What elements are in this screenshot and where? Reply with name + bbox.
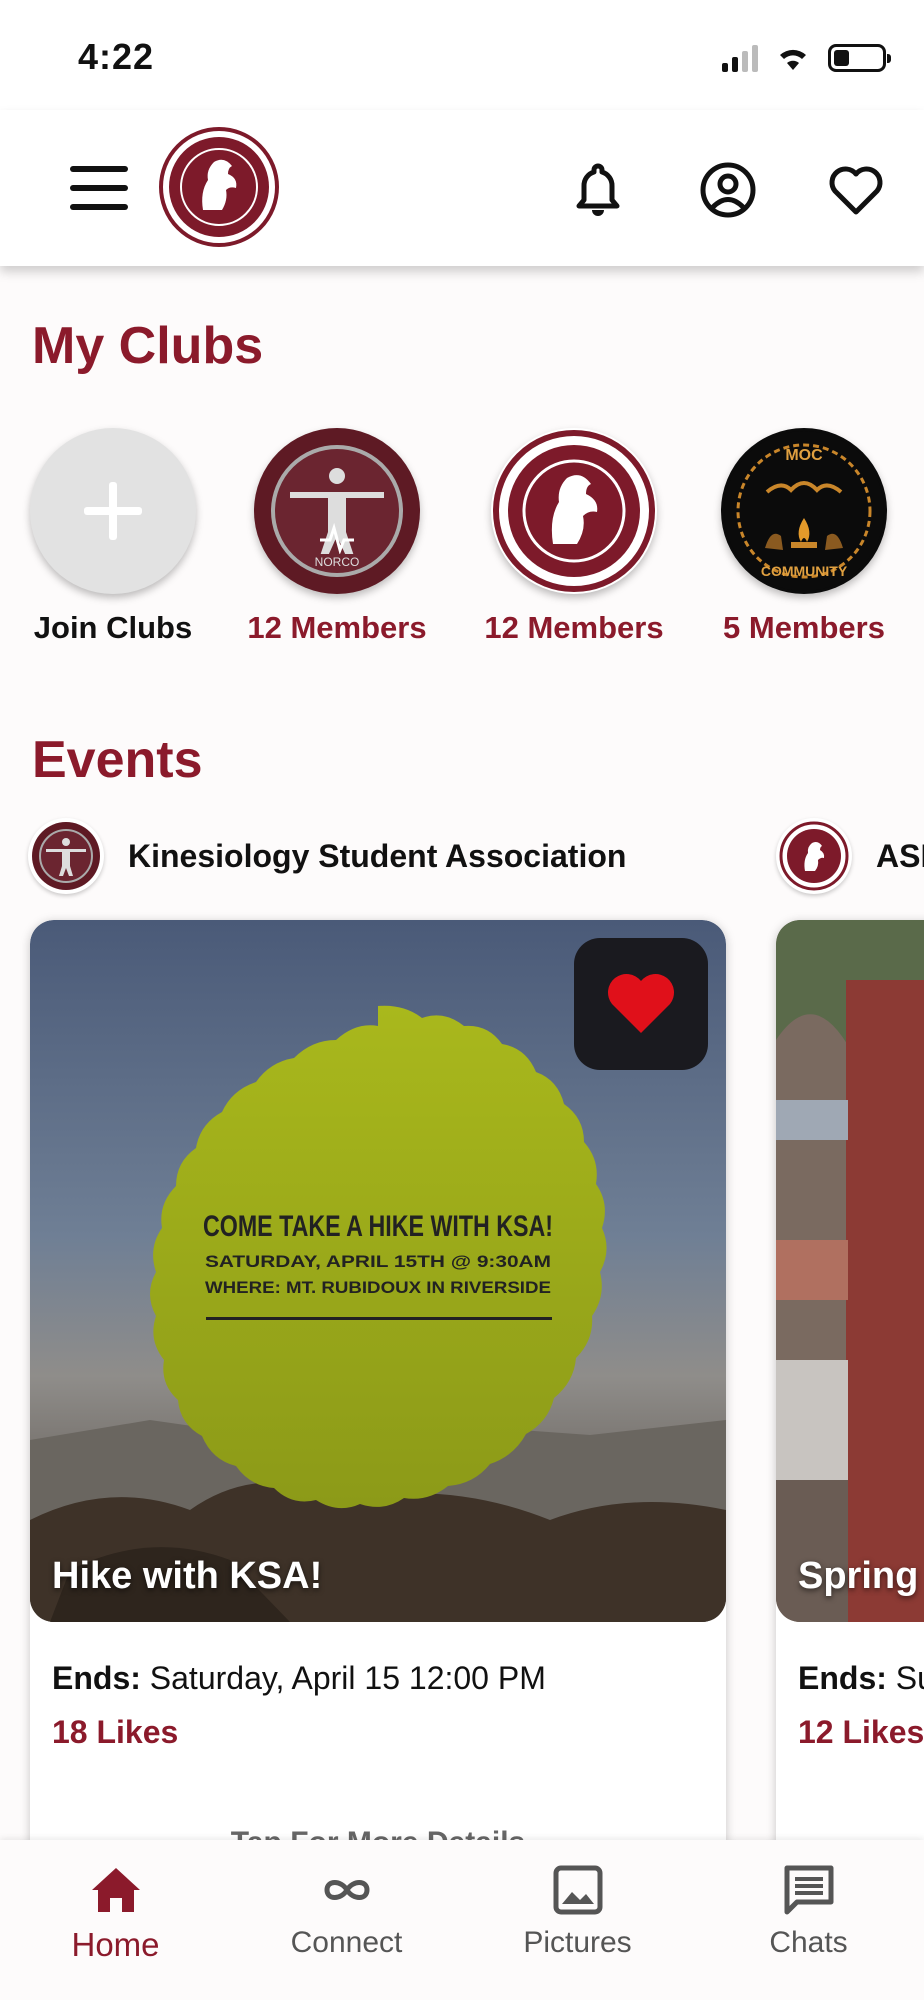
nav-label: Connect: [290, 1926, 403, 1959]
asnc-logo[interactable]: [491, 428, 657, 594]
event-org-row[interactable]: ASI: [776, 818, 924, 894]
like-button[interactable]: [574, 938, 708, 1070]
event-image: COME TAKE A HIKE WITH KSA! SATURDAY, APR…: [30, 920, 726, 1622]
club-item-asnc[interactable]: 12 Members: [474, 428, 674, 646]
asnc-seal-logo[interactable]: [158, 126, 280, 248]
bell-icon[interactable]: [568, 160, 628, 220]
join-clubs-item[interactable]: Join Clubs: [13, 428, 213, 646]
nav-chats[interactable]: Chats: [693, 1840, 924, 2000]
event-title: Spring: [798, 1555, 919, 1597]
club-members-count: 5 Members: [723, 610, 885, 645]
my-clubs-title: My Clubs: [32, 317, 264, 375]
event-likes: 18 Likes: [52, 1714, 179, 1750]
moc-community-logo[interactable]: MOC COMMUNITY: [721, 428, 887, 594]
plus-icon[interactable]: [30, 428, 196, 594]
club-item-moc-community[interactable]: MOC COMMUNITY 5 Members: [704, 428, 904, 646]
battery-icon: [828, 44, 891, 72]
svg-text:NORCO: NORCO: [315, 555, 360, 569]
home-content[interactable]: My Clubs Join Clubs NORCO 12 Members 12 …: [0, 266, 924, 1840]
nav-label: Pictures: [523, 1926, 632, 1959]
event-org-name: Kinesiology Student Association: [128, 837, 627, 874]
org-avatar: [776, 818, 852, 894]
event-card[interactable]: COME TAKE A HIKE WITH KSA! SATURDAY, APR…: [30, 920, 726, 1840]
chat-icon: [784, 1865, 833, 1915]
event-org-name: ASI: [876, 837, 924, 874]
svg-text:COMMUNITY: COMMUNITY: [761, 563, 848, 579]
event-poster-text: COME TAKE A HIKE WITH KSA! SATURDAY, APR…: [203, 1210, 553, 1297]
nav-connect[interactable]: Connect: [231, 1840, 462, 2000]
image-icon: [553, 1865, 602, 1915]
svg-text:MOC: MOC: [785, 447, 823, 464]
heart-filled-icon: [607, 973, 675, 1033]
status-time: 4:22: [78, 36, 155, 77]
event-title: Hike with KSA!: [52, 1555, 323, 1597]
hamburger-menu-icon[interactable]: [70, 166, 128, 210]
event-details-link[interactable]: Tap For More Details: [30, 1826, 726, 1840]
event-org-row[interactable]: Kinesiology Student Association: [28, 818, 626, 894]
event-ends-label: Ends:: [52, 1660, 141, 1696]
events-title: Events: [32, 731, 203, 789]
poster-line2: WHERE: MT. RUBIDOUX IN RIVERSIDE: [205, 1278, 551, 1297]
event-likes: 12 Likes: [798, 1714, 924, 1750]
cellular-signal-icon: [722, 44, 758, 72]
event-ends-label: Ends:: [798, 1660, 887, 1696]
nav-label: Chats: [769, 1926, 848, 1959]
poster-headline: COME TAKE A HIKE WITH KSA!: [203, 1210, 553, 1243]
heart-icon[interactable]: [826, 160, 886, 220]
event-image: Spring: [776, 920, 924, 1622]
bottom-nav: Home Connect Pictures Chats: [0, 1840, 924, 2000]
profile-icon[interactable]: [698, 160, 758, 220]
club-item-kinesiology[interactable]: NORCO 12 Members: [237, 428, 437, 646]
app-header: [0, 110, 924, 266]
status-icons: [722, 44, 891, 72]
home-icon: [91, 1868, 140, 1912]
event-ends-value: Saturday, April 15 12:00 PM: [149, 1660, 546, 1696]
kinesiology-logo[interactable]: NORCO: [254, 428, 420, 594]
event-ends-value: Su: [895, 1660, 924, 1696]
club-members-count: 12 Members: [484, 610, 664, 645]
wifi-icon: [780, 49, 806, 70]
event-ends: Ends: Su: [798, 1660, 924, 1697]
infinity-icon: [323, 1880, 370, 1900]
poster-line1: SATURDAY, APRIL 15TH @ 9:30AM: [205, 1252, 551, 1271]
club-members-count: 12 Members: [247, 610, 427, 645]
org-avatar: [28, 818, 104, 894]
nav-label: Home: [71, 1926, 160, 1963]
status-bar: 4:22: [0, 0, 924, 110]
nav-pictures[interactable]: Pictures: [462, 1840, 693, 2000]
event-ends: Ends: Saturday, April 15 12:00 PM: [52, 1660, 546, 1697]
event-card[interactable]: Spring Ends: Su 12 Likes: [776, 920, 924, 1840]
nav-home[interactable]: Home: [0, 1840, 231, 2000]
club-label: Join Clubs: [33, 610, 193, 645]
